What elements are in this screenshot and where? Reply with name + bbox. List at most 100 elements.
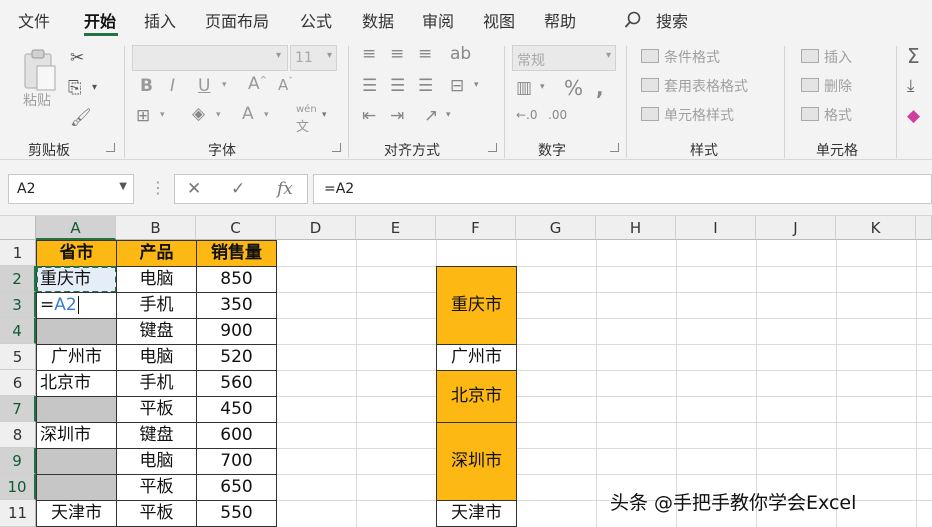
column-header-a[interactable]: A	[36, 216, 116, 240]
row-header-10[interactable]: 10	[0, 474, 36, 500]
menu-formulas[interactable]: 公式	[300, 8, 332, 32]
column-header-j[interactable]: J	[756, 216, 836, 240]
menu-insert[interactable]: 插入	[144, 8, 176, 32]
row-header-9[interactable]: 9	[0, 448, 36, 474]
increase-decimal-icon[interactable]: ←.0	[516, 108, 538, 122]
row-header-8[interactable]: 8	[0, 422, 36, 448]
cell-c2[interactable]: 850	[196, 266, 277, 293]
cell-c5[interactable]: 520	[196, 344, 277, 371]
header-cell-province[interactable]: 省市	[36, 240, 117, 267]
cell-a3-editing[interactable]: =A2	[36, 292, 117, 319]
font-color-icon[interactable]: A	[242, 104, 254, 124]
cell-c3[interactable]: 350	[196, 292, 277, 319]
wrap-text-icon[interactable]: ab	[450, 44, 471, 64]
cell-b6[interactable]: 手机	[116, 370, 197, 397]
clear-icon[interactable]: ◆	[907, 106, 920, 126]
row-header-3[interactable]: 3	[0, 292, 36, 318]
font-color-dropdown-icon[interactable]: ▾	[264, 110, 269, 120]
name-box-dropdown-icon[interactable]: ▼	[119, 181, 127, 192]
format-painter-icon[interactable]: 🖌	[70, 108, 92, 128]
row-header-1[interactable]: 1	[0, 240, 36, 266]
cell-c8[interactable]: 600	[196, 422, 277, 449]
fill-down-icon[interactable]: ⤓	[907, 76, 915, 96]
accounting-format-icon[interactable]: ▥	[516, 78, 532, 98]
autosum-icon[interactable]: Σ	[907, 44, 920, 68]
paste-icon[interactable]	[22, 48, 58, 92]
column-header-e[interactable]: E	[356, 216, 436, 240]
menu-page-layout[interactable]: 页面布局	[205, 8, 269, 32]
comma-style-icon[interactable]: ,	[596, 76, 604, 100]
column-header-b[interactable]: B	[116, 216, 196, 240]
merged-cell-f2-f4[interactable]: 重庆市	[436, 266, 517, 345]
cell-a10[interactable]	[36, 474, 117, 501]
cell-c6[interactable]: 560	[196, 370, 277, 397]
cell-b7[interactable]: 平板	[116, 396, 197, 423]
orientation-icon[interactable]: ↗	[424, 106, 438, 126]
row-header-4[interactable]: 4	[0, 318, 36, 344]
number-launcher-icon[interactable]	[610, 143, 619, 152]
cell-c11[interactable]: 550	[196, 500, 277, 527]
insert-cells-button[interactable]: 插入	[824, 47, 852, 67]
row-header-7[interactable]: 7	[0, 396, 36, 422]
cell-b8[interactable]: 键盘	[116, 422, 197, 449]
cell-b11[interactable]: 平板	[116, 500, 197, 527]
cell-c7[interactable]: 450	[196, 396, 277, 423]
cell-a2[interactable]: 重庆市	[36, 266, 117, 293]
cell-a8[interactable]: 深圳市	[36, 422, 117, 449]
alignment-launcher-icon[interactable]	[488, 143, 497, 152]
search-icon[interactable]	[624, 11, 642, 29]
copy-dropdown-icon[interactable]: ▾	[92, 82, 97, 93]
select-all-corner[interactable]	[0, 216, 36, 240]
align-left-icon[interactable]: ☰	[362, 76, 377, 96]
cell-b3[interactable]: 手机	[116, 292, 197, 319]
align-center-icon[interactable]: ☰	[390, 76, 405, 96]
row-header-2[interactable]: 2	[0, 266, 36, 292]
cell-a6[interactable]: 北京市	[36, 370, 117, 397]
font-launcher-icon[interactable]	[332, 143, 341, 152]
cell-c4[interactable]: 900	[196, 318, 277, 345]
cancel-icon[interactable]: ✕	[187, 179, 201, 199]
column-header-d[interactable]: D	[276, 216, 356, 240]
format-cells-button[interactable]: 格式	[824, 105, 852, 125]
italic-icon[interactable]: I	[170, 76, 175, 96]
menu-search[interactable]: 搜索	[656, 8, 688, 32]
phonetic-dropdown-icon[interactable]: ▾	[322, 110, 327, 120]
cell-a4[interactable]	[36, 318, 117, 345]
clipboard-launcher-icon[interactable]	[106, 143, 115, 152]
cut-icon[interactable]: ✂	[70, 48, 84, 68]
cell-a5[interactable]: 广州市	[36, 344, 117, 371]
column-header-h[interactable]: H	[596, 216, 676, 240]
cell-a7[interactable]	[36, 396, 117, 423]
name-box[interactable]: A2 ▼	[8, 174, 134, 204]
menu-home[interactable]: 开始	[84, 8, 116, 32]
percent-icon[interactable]: %	[564, 76, 583, 100]
decrease-indent-icon[interactable]: ⇤	[362, 106, 376, 126]
increase-font-icon[interactable]: A^	[248, 74, 267, 94]
cell-a9[interactable]	[36, 448, 117, 475]
font-size-combo[interactable]: 11 ▾	[290, 45, 337, 71]
copy-icon[interactable]: ⎘	[68, 78, 82, 98]
fill-color-dropdown-icon[interactable]: ▾	[216, 110, 221, 120]
cell-c9[interactable]: 700	[196, 448, 277, 475]
cell-c10[interactable]: 650	[196, 474, 277, 501]
decrease-font-icon[interactable]: Aˇ	[278, 76, 293, 94]
row-header-11[interactable]: 11	[0, 500, 36, 527]
font-name-combo[interactable]: ▾	[132, 45, 288, 71]
menu-help[interactable]: 帮助	[544, 8, 576, 32]
conditional-format-button[interactable]: 条件格式	[664, 47, 720, 67]
increase-indent-icon[interactable]: ⇥	[390, 106, 404, 126]
borders-dropdown-icon[interactable]: ▾	[160, 110, 165, 120]
underline-dropdown-icon[interactable]: ▾	[222, 80, 227, 90]
align-right-icon[interactable]: ☰	[418, 76, 433, 96]
decrease-decimal-icon[interactable]: .00	[548, 108, 567, 122]
borders-icon[interactable]: ⊞	[136, 106, 150, 126]
cell-f11[interactable]: 天津市	[436, 500, 517, 527]
column-header-g[interactable]: G	[516, 216, 596, 240]
menu-review[interactable]: 审阅	[422, 8, 454, 32]
cell-b2[interactable]: 电脑	[116, 266, 197, 293]
accounting-dropdown-icon[interactable]: ▾	[540, 82, 545, 92]
fill-color-icon[interactable]: ◈	[192, 104, 205, 124]
cell-style-button[interactable]: 单元格样式	[664, 105, 734, 125]
table-format-button[interactable]: 套用表格格式	[664, 76, 748, 96]
bold-icon[interactable]: B	[140, 76, 153, 96]
